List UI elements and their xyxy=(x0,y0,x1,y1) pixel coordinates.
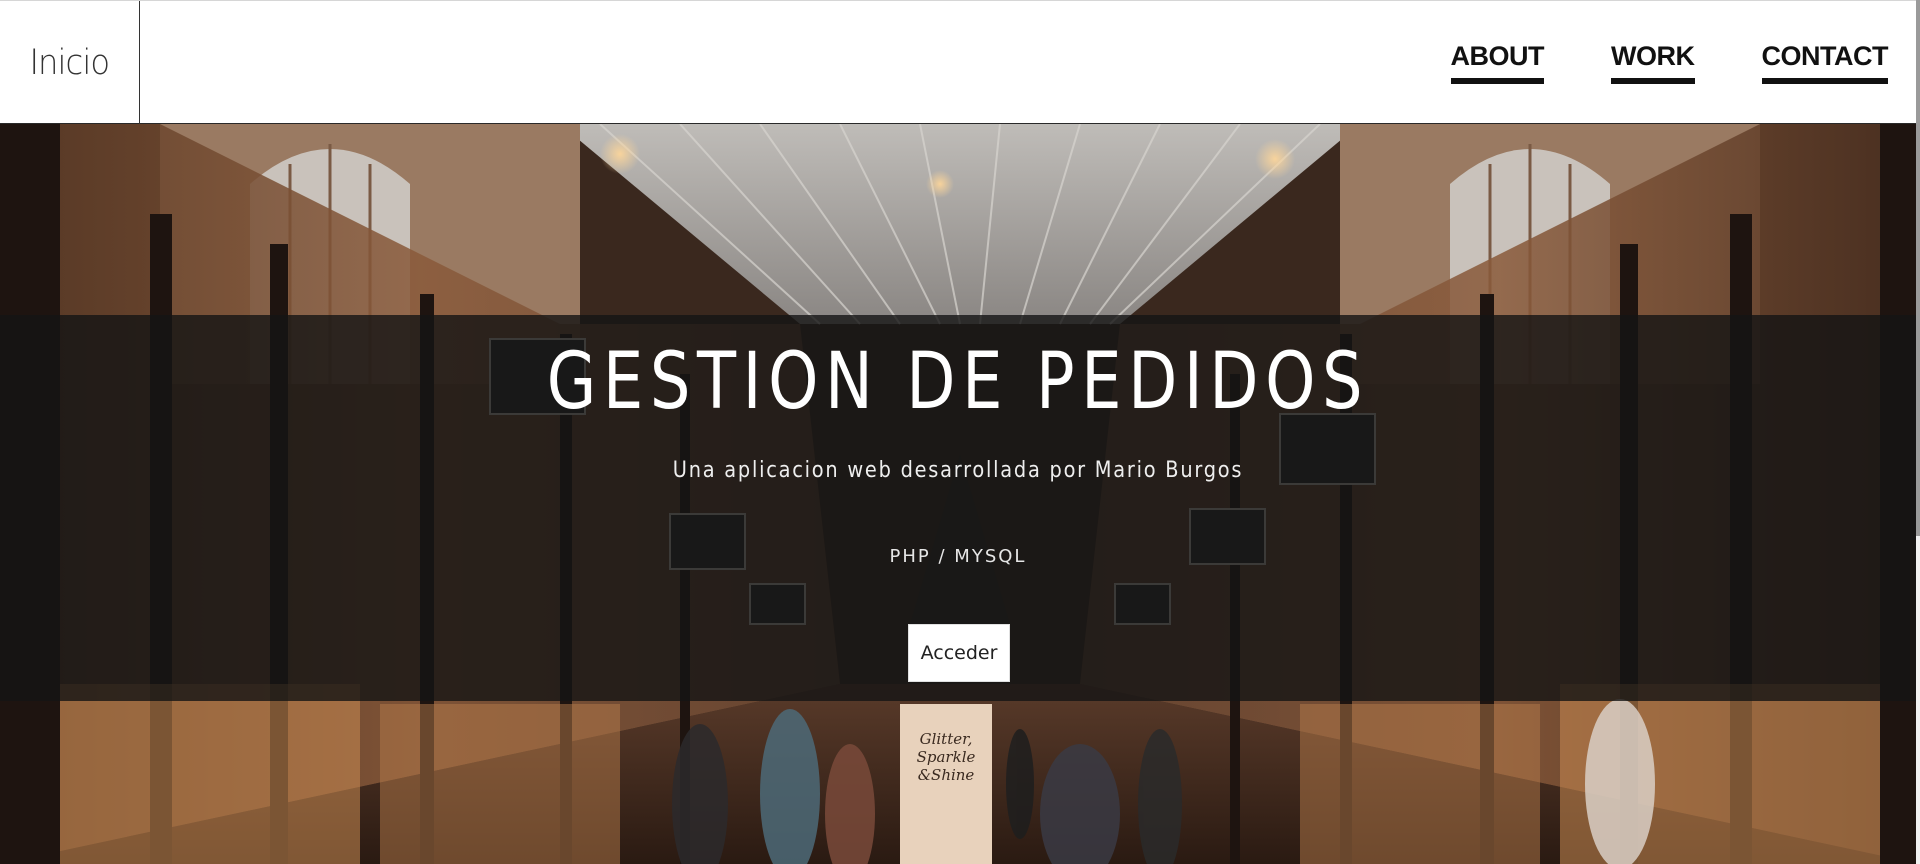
home-link[interactable]: Inicio xyxy=(0,1,140,124)
hero-title: GESTION DE PEDIDOS xyxy=(546,337,1370,427)
svg-text:&Shine: &Shine xyxy=(918,766,975,784)
svg-text:Glitter,: Glitter, xyxy=(920,730,973,748)
acceder-button[interactable]: Acceder xyxy=(908,624,1010,682)
nav-work[interactable]: WORK xyxy=(1611,43,1695,84)
hero-tech-stack: PHP / MYSQL xyxy=(889,546,1027,567)
nav-contact[interactable]: CONTACT xyxy=(1761,43,1889,84)
brand-label: Inicio xyxy=(29,42,111,83)
scrollbar-thumb[interactable] xyxy=(1916,0,1920,536)
page-scrollbar[interactable] xyxy=(1916,0,1920,864)
svg-text:Sparkle: Sparkle xyxy=(917,748,976,766)
hero-section: Glitter, Sparkle &Shine GESTION DE PEDID… xyxy=(0,124,1920,864)
site-header: Inicio ABOUT WORK CONTACT xyxy=(0,0,1916,124)
nav-about[interactable]: ABOUT xyxy=(1450,43,1545,84)
main-nav: ABOUT WORK CONTACT xyxy=(1450,43,1889,84)
page: Inicio ABOUT WORK CONTACT Glitter, Spark… xyxy=(0,0,1920,864)
hero-subtitle: Una aplicacion web desarrollada por Mari… xyxy=(672,458,1244,483)
